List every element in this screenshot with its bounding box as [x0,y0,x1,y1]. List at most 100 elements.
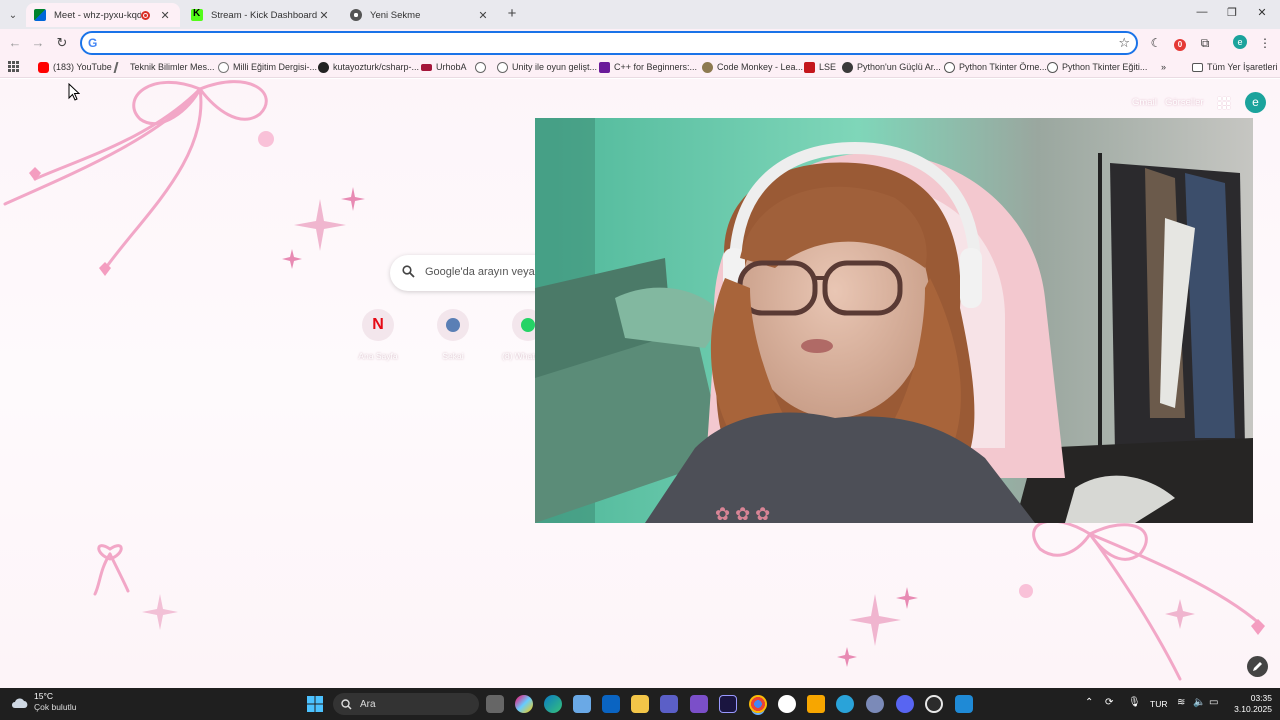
menu-icon[interactable]: ⋮ [1257,35,1273,51]
gmail-link[interactable]: Gmail [1132,97,1157,108]
address-bar[interactable]: G ☆ [80,31,1138,55]
forward-button[interactable]: → [29,34,47,52]
bookmark-label: Teknik Bilimler Mes... [130,62,215,72]
tab-close-icon[interactable]: ✕ [317,9,331,22]
bookmark-label: C++ for Beginners:... [614,62,698,72]
extension-red-icon[interactable]: 0 [1172,35,1188,51]
search-icon [341,698,352,710]
microphone-icon[interactable]: 🎙 [1128,697,1141,708]
tab-close-icon[interactable]: ✕ [476,9,490,22]
bookmark-youtube[interactable]: (183) YouTube [38,60,112,74]
tray-overflow-icon[interactable]: ⌃ [1085,697,1093,708]
overflow-chevron-icon: » [1161,62,1167,72]
bookmark-label: Milli Eğitim Dergisi-... [233,62,318,72]
bookmark-milli[interactable]: Milli Eğitim Dergisi-... [218,60,317,74]
taskbar-search[interactable]: Ara [333,693,479,715]
images-link[interactable]: Görseller [1165,97,1204,108]
language-indicator[interactable]: TUR [1150,699,1167,709]
shortcut-sekai[interactable]: Sekai [418,309,488,361]
toolbar: ← → ↻ G ☆ ☾ 0 ⧉ ⋮ [0,29,1280,56]
tab-title: Stream - Kick Dashboard [211,9,318,21]
file-explorer-icon[interactable] [631,695,649,713]
back-button[interactable]: ← [6,34,24,52]
tab-close-icon[interactable]: ✕ [158,9,172,22]
bookmark-teknik[interactable]: Teknik Bilimler Mes... [113,60,215,74]
app-icon[interactable] [807,695,825,713]
bookmark-unity-small[interactable] [475,60,490,74]
bookmark-label: kutayozturk/csharp-... [333,62,420,72]
recording-icon [141,10,151,20]
page-icon [113,61,128,73]
outlook-icon[interactable] [602,695,620,713]
windows-taskbar: 15°C Çok bulutlu Ara ⌃ ⟳ 🎙 TUR ≋ 🔈 ▭ 03:… [0,688,1280,720]
premiere-icon[interactable] [719,695,737,713]
youtube-icon [38,61,49,73]
codemonkey-icon [702,61,713,73]
webcam-video: ✿ ✿ ✿ [535,118,1253,523]
restore-button[interactable]: ❐ [1222,6,1242,19]
teams-icon[interactable] [660,695,678,713]
edge-dev-icon[interactable] [836,695,854,713]
bookmark-tkinter-ornek[interactable]: Python Tkinter Örne... [944,60,1047,74]
cloud-icon [12,698,28,708]
tab-new[interactable]: Yeni Sekme ✕ [342,3,498,27]
extensions-puzzle-icon[interactable]: ⧉ [1197,35,1213,51]
vpn-icon[interactable] [866,695,884,713]
bookmark-cpp[interactable]: C++ for Beginners:... [599,60,697,74]
google-icon: G [88,36,98,50]
task-view-icon[interactable] [486,695,504,713]
bookmark-lse[interactable]: LSE [804,60,836,74]
edge-icon[interactable] [544,695,562,713]
tab-meet[interactable]: Meet - whz-pyxu-kqd ✕ [26,3,180,27]
profile-avatar[interactable]: e [1233,35,1247,49]
wifi-icon[interactable]: ≋ [1177,697,1185,708]
apps-grid-icon[interactable] [8,61,19,72]
close-window-button[interactable]: ✕ [1252,6,1272,19]
google-apps-icon[interactable] [1218,97,1230,109]
bookmark-urhoba[interactable]: UrhobA [421,60,467,74]
bookmark-label: Python'un Güçlü Ar... [857,62,941,72]
webcam-overlay: ✿ ✿ ✿ [535,118,1253,523]
volume-icon[interactable]: 🔈 [1193,697,1205,708]
tab-kick[interactable]: K Stream - Kick Dashboard ✕ [183,3,339,27]
customize-edit-button[interactable] [1247,656,1268,677]
meet-icon [34,9,46,21]
windows-start-icon[interactable] [307,696,323,712]
dark-mode-icon[interactable]: ☾ [1148,35,1164,51]
store-icon[interactable] [573,695,591,713]
all-bookmarks-button[interactable]: Tüm Yer İşaretleri [1192,60,1278,74]
bookmark-unity[interactable]: Unity ile oyun gelişt... [497,60,597,74]
bookmark-github[interactable]: kutayozturk/csharp-... [318,60,419,74]
bookmark-star-icon[interactable]: ☆ [1118,35,1130,51]
globe-icon [944,61,955,73]
notes-icon[interactable] [955,695,973,713]
netflix-icon: N [362,309,394,341]
taskbar-search-label: Ara [360,698,376,710]
discord-icon[interactable] [896,695,914,713]
clock[interactable]: 03:35 3.10.2025 [1228,693,1272,715]
obs-icon[interactable] [925,695,943,713]
shortcut-netflix[interactable]: N Ana Sayfa [343,309,413,361]
address-input[interactable] [106,35,1106,51]
chrome-taskbar-icon[interactable] [749,695,767,713]
visual-studio-icon[interactable] [690,695,708,713]
minimize-button[interactable]: — [1192,6,1212,18]
yandex-icon[interactable] [778,695,796,713]
clock-time: 03:35 [1250,693,1272,703]
copilot-icon[interactable] [515,695,533,713]
bookmark-python-guclu[interactable]: Python'un Güçlü Ar... [842,60,941,74]
bookmark-label: Unity ile oyun gelişt... [512,62,598,72]
weather-widget[interactable]: 15°C Çok bulutlu [10,691,77,713]
tab-search-icon[interactable]: ⌄ [4,6,22,24]
lse-icon [804,61,815,73]
bookmarks-overflow-button[interactable]: » [1161,60,1166,74]
svg-text:✿ ✿ ✿: ✿ ✿ ✿ [715,504,770,523]
bookmark-codemonkey[interactable]: Code Monkey - Lea... [702,60,803,74]
reload-button[interactable]: ↻ [53,34,71,52]
google-account-avatar[interactable]: e [1245,92,1266,113]
battery-icon[interactable]: ▭ [1209,697,1218,708]
sync-icon[interactable]: ⟳ [1105,697,1113,708]
globe-icon [1047,61,1058,73]
bookmark-tkinter-egitim[interactable]: Python Tkinter Eğiti... [1047,60,1147,74]
new-tab-button[interactable]: + [504,6,520,22]
